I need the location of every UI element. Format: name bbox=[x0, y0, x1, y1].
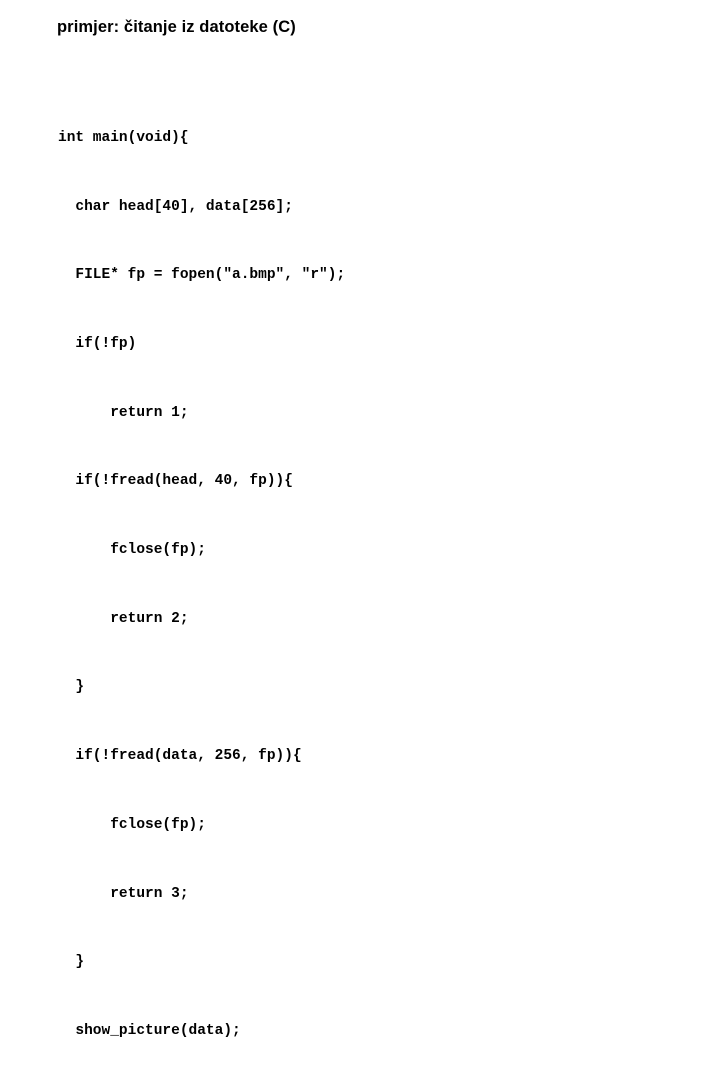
code-line: show_picture(data); bbox=[58, 1022, 241, 1039]
code-line: } bbox=[58, 954, 85, 971]
code-line: FILE* fp = fopen("a.bmp", "r"); bbox=[58, 267, 346, 284]
code-line: return 1; bbox=[58, 404, 189, 421]
code-line: int main(void){ bbox=[58, 129, 189, 146]
code-listing: int main(void){ char head[40], data[256]… bbox=[58, 81, 345, 1080]
code-line: return 2; bbox=[58, 610, 189, 627]
code-line: if(!fread(head, 40, fp)){ bbox=[58, 473, 293, 490]
code-line: } bbox=[58, 679, 85, 696]
code-line: fclose(fp); bbox=[58, 542, 206, 559]
code-line: fclose(fp); bbox=[58, 816, 206, 833]
slide-canvas: primjer: čitanje iz datoteke (C) int mai… bbox=[0, 0, 720, 1039]
code-line: return 3; bbox=[58, 885, 189, 902]
code-line: char head[40], data[256]; bbox=[58, 198, 293, 215]
page-title: primjer: čitanje iz datoteke (C) bbox=[57, 18, 296, 36]
code-line: if(!fread(data, 256, fp)){ bbox=[58, 748, 302, 765]
code-line: if(!fp) bbox=[58, 335, 137, 352]
